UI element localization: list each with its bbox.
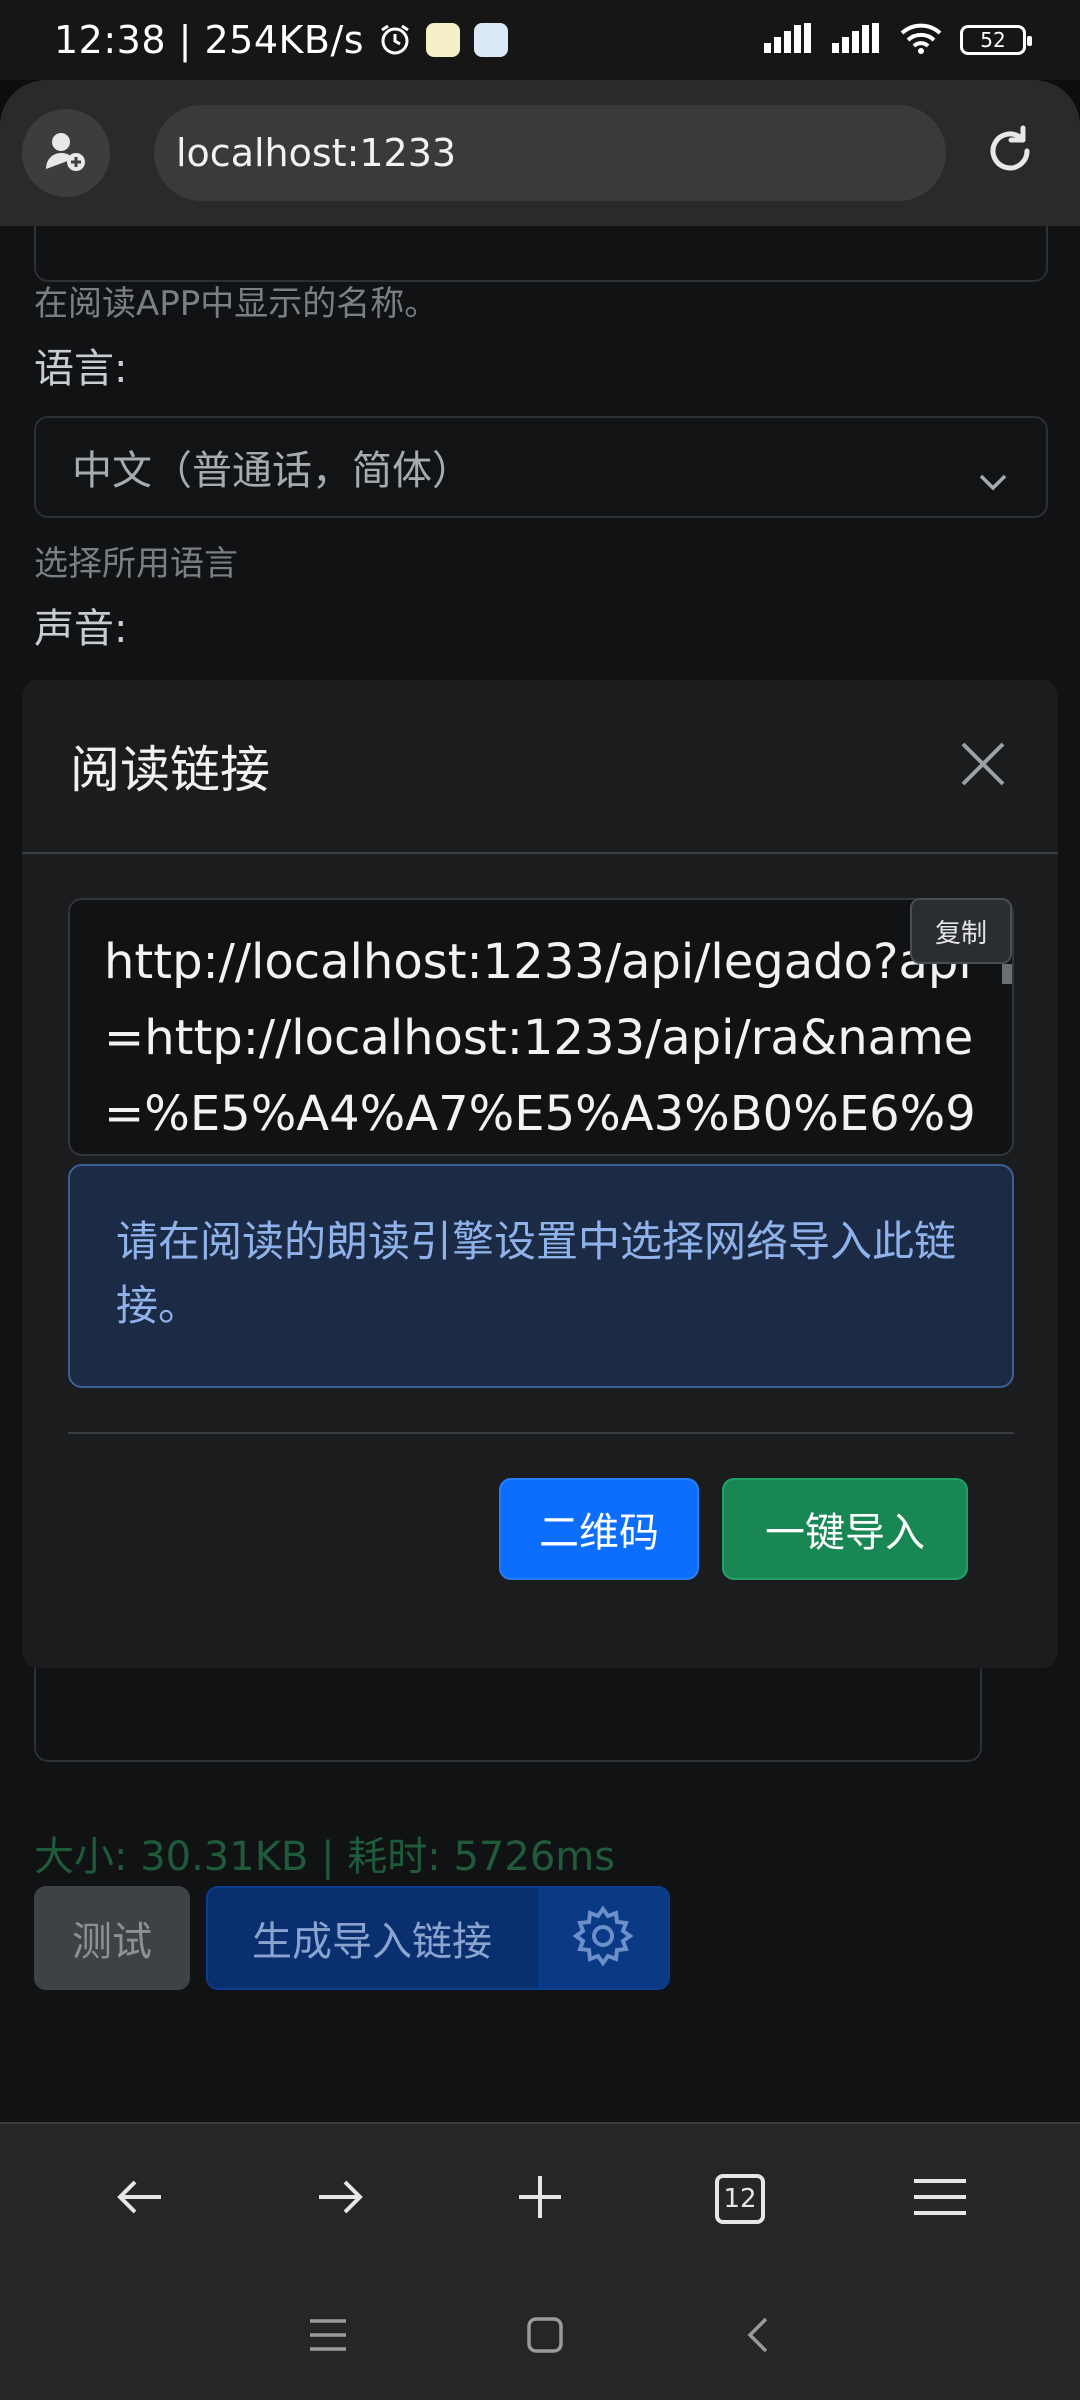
qr-code-button[interactable]: 二维码 <box>499 1478 699 1580</box>
language-select-value: 中文（普通话，简体） <box>72 448 472 494</box>
status-time: 12:38 | 254KB/s <box>54 18 365 62</box>
settings-button[interactable] <box>538 1888 668 1988</box>
gear-icon <box>570 1903 636 1973</box>
close-icon <box>958 739 1008 793</box>
scrollbar[interactable] <box>1002 964 1012 984</box>
tabs-count: 12 <box>715 2174 765 2224</box>
generate-link-button[interactable]: 生成导入链接 <box>208 1888 538 1988</box>
profile-button[interactable] <box>22 109 110 197</box>
chevron-down-icon <box>978 456 1008 502</box>
modal-title: 阅读链接 <box>70 741 270 799</box>
wifi-icon <box>900 22 942 58</box>
forward-button[interactable] <box>295 2154 385 2244</box>
back-button[interactable] <box>95 2154 185 2244</box>
recent-apps-icon[interactable] <box>308 2317 348 2357</box>
signal-icon <box>832 23 882 57</box>
system-nav-bar <box>0 2274 1080 2400</box>
read-link-modal: 阅读链接 http://localhost:1233/api/legado?ap… <box>22 680 1058 1668</box>
test-button[interactable]: 测试 <box>34 1886 190 1990</box>
modal-header: 阅读链接 <box>22 680 1058 854</box>
app-notification-icon <box>474 23 509 57</box>
one-click-import-button[interactable]: 一键导入 <box>722 1478 968 1580</box>
stats-text: 大小: 30.31KB | 耗时: 5726ms <box>34 1834 616 1880</box>
close-button[interactable] <box>956 739 1010 793</box>
app-notification-icon <box>426 23 461 57</box>
plus-icon <box>515 2172 565 2226</box>
info-alert: 请在阅读的朗读引擎设置中选择网络导入此链接。 <box>68 1164 1014 1388</box>
name-input[interactable] <box>34 226 1048 282</box>
back-nav-icon[interactable] <box>742 2315 772 2359</box>
home-icon[interactable] <box>525 2315 565 2359</box>
text-input[interactable] <box>34 1666 982 1762</box>
add-user-icon <box>44 129 88 177</box>
browser-toolbar: localhost:1233 <box>0 80 1080 226</box>
copy-button[interactable]: 复制 <box>910 898 1012 964</box>
tabs-button[interactable]: 12 <box>695 2154 785 2244</box>
name-hint: 在阅读APP中显示的名称。 <box>34 284 439 324</box>
alarm-icon <box>378 23 412 57</box>
battery-icon: 52 <box>960 25 1032 55</box>
address-bar[interactable]: localhost:1233 <box>154 105 946 201</box>
language-label: 语言: <box>34 346 128 392</box>
new-tab-button[interactable] <box>495 2154 585 2244</box>
hamburger-menu-icon <box>912 2177 968 2221</box>
language-select[interactable]: 中文（普通话，简体） <box>34 416 1048 518</box>
bottom-toolbar: 12 <box>0 2122 1080 2274</box>
signal-icon <box>764 23 814 57</box>
voice-label: 声音: <box>34 606 128 652</box>
reload-icon <box>983 124 1037 182</box>
modal-divider <box>68 1432 1014 1434</box>
link-textarea[interactable]: http://localhost:1233/api/legado?api=htt… <box>68 898 1014 1156</box>
arrow-left-icon <box>115 2177 165 2221</box>
generate-button-group: 生成导入链接 <box>206 1886 670 1990</box>
link-text: http://localhost:1233/api/legado?api=htt… <box>104 934 976 1142</box>
status-bar: 12:38 | 254KB/s 52 <box>0 0 1080 80</box>
language-hint: 选择所用语言 <box>34 544 238 584</box>
menu-button[interactable] <box>895 2154 985 2244</box>
arrow-right-icon <box>315 2177 365 2221</box>
reload-button[interactable] <box>980 123 1040 183</box>
